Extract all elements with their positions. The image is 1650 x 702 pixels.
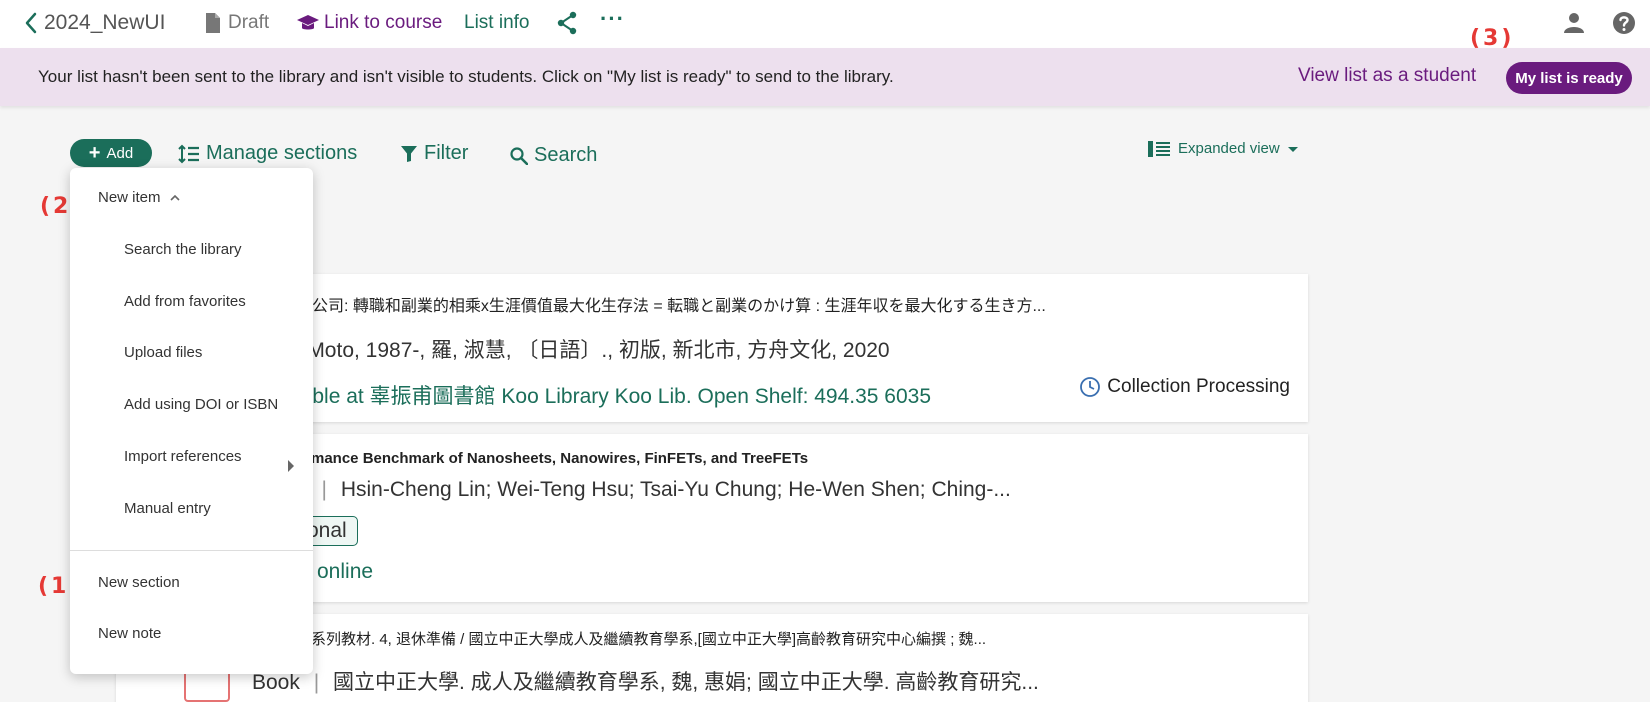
new-item-label: New item [98,189,161,206]
search-icon [510,146,528,165]
top-bar: 2024_NewUI Draft Link to course List inf… [0,0,1650,48]
plus-icon: + [88,142,101,164]
list-title: 2024_NewUI [44,11,166,34]
view-as-student-link[interactable]: View list as a student [1298,65,1476,87]
draft-status: Draft [204,10,269,36]
citation-meta: e | Hsin-Cheng Lin; Wei-Teng Hsu; Tsai-Y… [296,478,1011,502]
help-icon[interactable] [1612,10,1636,36]
list-info-button[interactable]: List info [464,10,529,36]
citation-title[interactable]: ormance Benchmark of Nanosheets, Nanowir… [296,450,808,467]
new-note-menu-item[interactable]: New note [98,625,161,642]
share-icon [557,11,577,35]
add-dropdown-menu: New item Search the library Add from fav… [70,168,313,674]
citation-authors: 國立中正大學. 成人及繼續教育學系, 魏, 惠娟; 國立中正大學. 高齡教育研究… [333,671,1039,694]
citation-meta: Book | 國立中正大學. 成人及繼續教育學系, 魏, 惠娟; 國立中正大學.… [252,666,1039,696]
status-label: Collection Processing [1107,376,1290,397]
sort-list-icon [178,144,199,163]
question-circle-icon [1613,12,1635,34]
filter-button[interactable]: Filter [400,142,468,165]
import-references-menu-item[interactable]: Import references [124,448,242,465]
document-icon [206,13,220,33]
filter-icon [401,145,417,162]
add-label: Add [106,144,134,162]
upload-files-menu-item[interactable]: Upload files [124,344,202,361]
chevron-up-icon [169,194,180,201]
search-label: Search [534,144,598,166]
chevron-left-icon [25,12,37,34]
expanded-view-icon [1148,140,1170,157]
share-button[interactable] [556,10,578,36]
banner-message: Your list hasn't been sent to the librar… [38,67,894,86]
search-library-menu-item[interactable]: Search the library [124,241,242,258]
caret-down-icon [1287,146,1298,152]
manual-entry-menu-item[interactable]: Manual entry [124,500,211,517]
citation-type: Book [252,671,300,694]
search-button[interactable]: Search [510,144,597,167]
citation-authors: Hsin-Cheng Lin; Wei-Teng Hsu; Tsai-Yu Ch… [340,478,1011,501]
my-list-is-ready-button[interactable]: My list is ready [1506,62,1632,94]
user-icon[interactable] [1562,10,1586,36]
person-icon [1564,13,1584,33]
back-button[interactable]: 2024_NewUI [24,10,165,36]
availability-link[interactable]: lable at 辜振甫圖書館 Koo Library Koo Lib. Ope… [296,380,931,410]
new-item-menu-item[interactable]: New item [98,189,181,206]
citation-title[interactable]: 習系列教材. 4, 退休準備 / 國立中正大學成人及繼續教育學系,[國立中正大學… [296,628,986,649]
filter-label: Filter [424,142,469,164]
manage-sections-button[interactable]: Manage sections [178,142,357,165]
more-options-icon[interactable]: ··· [600,6,625,32]
clock-icon [1080,377,1101,397]
citation-title[interactable]: 限公司: 轉職和副業的相乘x生涯價值最大化生存法 = 転職と副業のかけ算 : 生… [296,292,1046,316]
graduation-cap-icon [297,15,319,30]
meta-divider: | [321,478,327,501]
citation-meta: | Moto, 1987-, 羅, 淑慧, 〔日語〕., 初版, 新北市, 方舟… [296,334,890,364]
menu-divider [70,550,313,551]
draft-label: Draft [228,12,270,33]
meta-divider: | [313,671,320,694]
caret-right-icon [288,460,294,472]
processing-status: Collection Processing [1079,376,1290,398]
manage-sections-label: Manage sections [206,142,358,164]
add-button[interactable]: + Add [70,139,152,167]
link-to-course-button[interactable]: Link to course [296,10,442,36]
new-section-menu-item[interactable]: New section [98,574,180,591]
add-from-favorites-menu-item[interactable]: Add from favorites [124,293,246,310]
link-to-course-label: Link to course [324,12,443,33]
view-mode-dropdown[interactable]: Expanded view [1148,140,1308,157]
view-mode-label: Expanded view [1178,140,1280,157]
add-doi-isbn-menu-item[interactable]: Add using DOI or ISBN [124,396,278,413]
notice-banner: Your list hasn't been sent to the librar… [0,48,1650,106]
citation-authors: Moto, 1987-, 羅, 淑慧, 〔日語〕., 初版, 新北市, 方舟文化… [307,339,890,362]
